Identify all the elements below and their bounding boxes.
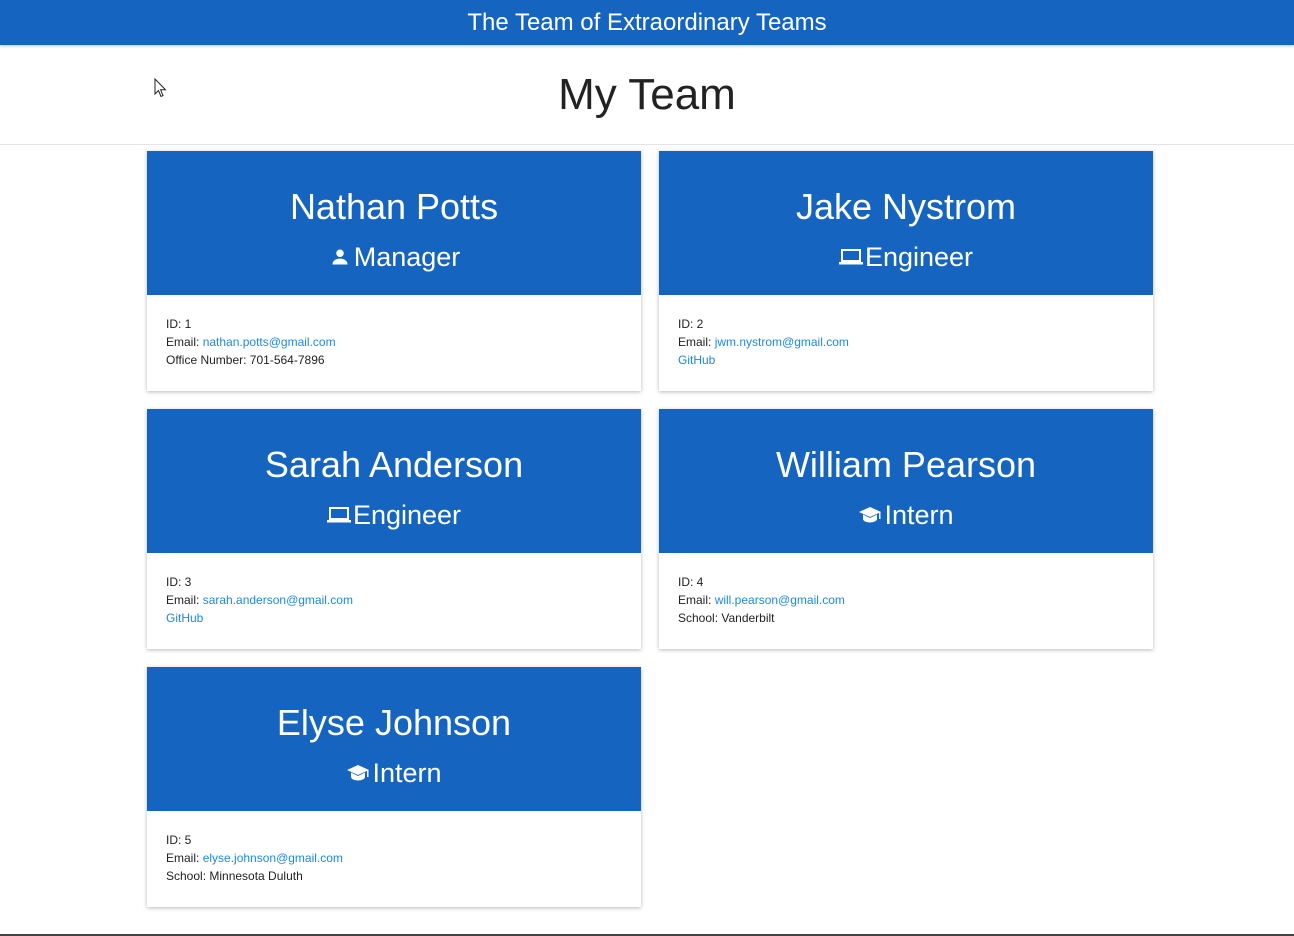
email-label: Email: [166,851,203,865]
employee-email-row: Email: will.pearson@gmail.com [678,591,1134,609]
employee-role-label: Manager [353,242,461,272]
school: School: Vanderbilt [678,611,775,625]
employee-card: Nathan Potts Manager ID: 1 Email: nathan… [147,151,641,391]
app-header: The Team of Extraordinary Teams [0,0,1294,45]
person-icon [328,245,352,269]
employee-email-row: Email: nathan.potts@gmail.com [166,333,622,351]
page-title: My Team [558,69,736,119]
employee-id: ID: 4 [678,575,704,589]
employee-card: Elyse Johnson Intern ID: 5 Email: elyse.… [147,667,641,907]
email-link[interactable]: elyse.johnson@gmail.com [203,851,343,865]
email-label: Email: [166,335,203,349]
employee-details: ID: 1 Email: nathan.potts@gmail.com Offi… [147,295,641,389]
laptop-icon [838,245,863,269]
graduation-cap-icon [346,761,370,785]
employee-name: Nathan Potts [289,186,499,227]
office-number: Office Number: 701-564-7896 [166,353,325,367]
employee-card-header: William Pearson Intern [659,409,1153,553]
employee-name: Elyse Johnson [276,702,512,743]
github-link[interactable]: GitHub [166,609,622,627]
employee-role: Engineer [838,241,974,273]
employee-role-label: Engineer [352,500,462,530]
employee-details: ID: 5 Email: elyse.johnson@gmail.com Sch… [147,811,641,905]
employee-card-header: Elyse Johnson Intern [147,667,641,811]
email-link[interactable]: will.pearson@gmail.com [715,593,845,607]
employee-id: ID: 1 [166,317,192,331]
employee-card: Sarah Anderson Engineer ID: 3 Email: sar… [147,409,641,649]
employee-email-row: Email: jwm.nystrom@gmail.com [678,333,1134,351]
employee-details: ID: 4 Email: will.pearson@gmail.com Scho… [659,553,1153,647]
graduation-cap-icon [858,503,882,527]
employee-role: Intern [858,499,954,531]
employee-id: ID: 3 [166,575,192,589]
email-link[interactable]: sarah.anderson@gmail.com [203,593,353,607]
employee-card-header: Nathan Potts Manager [147,151,641,295]
app-title: The Team of Extraordinary Teams [467,8,827,36]
employee-details: ID: 2 Email: jwm.nystrom@gmail.com GitHu… [659,295,1153,389]
email-label: Email: [166,593,203,607]
employee-card-header: Sarah Anderson Engineer [147,409,641,553]
employee-details: ID: 3 Email: sarah.anderson@gmail.com Gi… [147,553,641,647]
page-title-bar: My Team [0,45,1294,145]
github-link[interactable]: GitHub [678,351,1134,369]
employee-email-row: Email: elyse.johnson@gmail.com [166,849,622,867]
mouse-cursor-icon [154,78,167,98]
employee-role-label: Intern [372,758,442,788]
employee-name: William Pearson [775,444,1037,485]
employee-role: Intern [346,757,442,789]
email-label: Email: [678,335,715,349]
employee-role: Engineer [326,499,462,531]
school: School: Minnesota Duluth [166,869,303,883]
employee-role-label: Intern [884,500,954,530]
employee-card: William Pearson Intern ID: 4 Email: will… [659,409,1153,649]
employee-name: Jake Nystrom [795,186,1017,227]
email-label: Email: [678,593,715,607]
employee-id: ID: 2 [678,317,704,331]
email-link[interactable]: nathan.potts@gmail.com [203,335,336,349]
employee-role-label: Engineer [864,242,974,272]
email-link[interactable]: jwm.nystrom@gmail.com [715,335,849,349]
employee-email-row: Email: sarah.anderson@gmail.com [166,591,622,609]
laptop-icon [326,503,351,527]
employee-role: Manager [328,241,461,273]
employee-card-header: Jake Nystrom Engineer [659,151,1153,295]
employee-card: Jake Nystrom Engineer ID: 2 Email: jwm.n… [659,151,1153,391]
employee-id: ID: 5 [166,833,192,847]
employee-name: Sarah Anderson [264,444,524,485]
